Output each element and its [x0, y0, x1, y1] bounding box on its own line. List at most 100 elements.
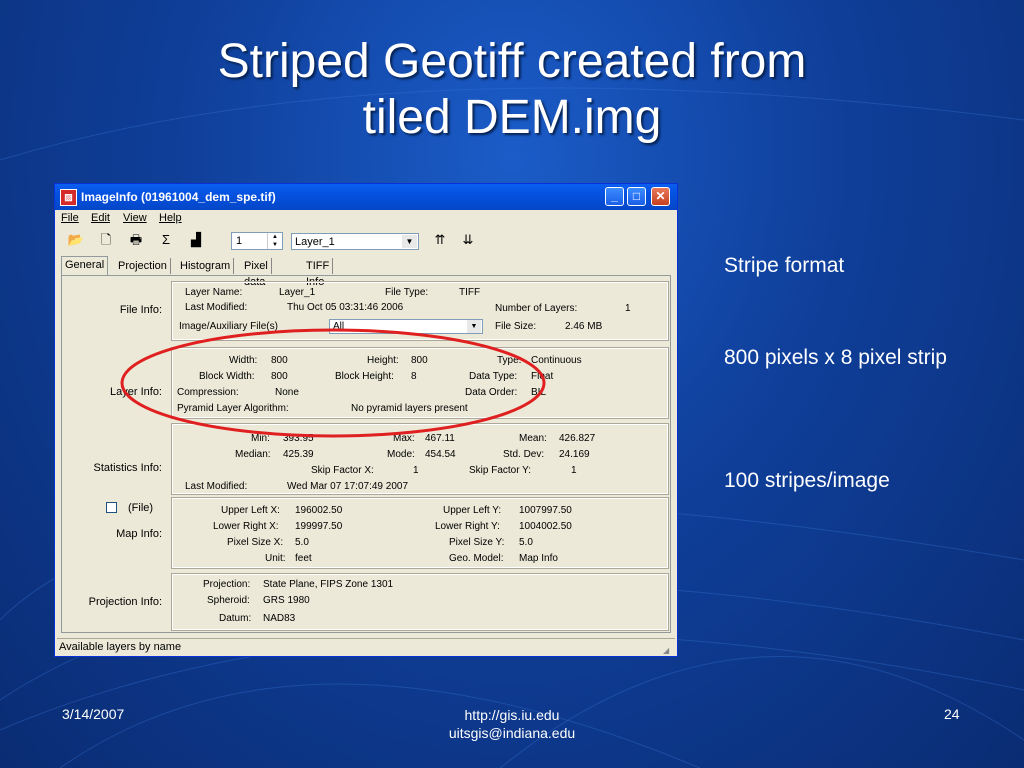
statistics-info-label: Statistics Info:: [93, 462, 162, 474]
field-label: Last Modified:: [185, 481, 248, 492]
app-icon: ▨: [60, 189, 77, 206]
last-layer-icon[interactable]: ⇊: [459, 232, 477, 248]
mode-value: 454.54: [425, 449, 456, 460]
field-label: Data Order:: [465, 387, 518, 398]
toolbar: 📂 🗋 🖶 Σ ▟ 1 ▲ ▼ Layer_1 ▼ ⇈ ⇊: [55, 228, 677, 254]
median-value: 425.39: [283, 449, 314, 460]
map-info-label: Map Info:: [116, 528, 162, 540]
status-text: Available layers by name: [59, 641, 182, 653]
resize-grip-icon[interactable]: ◢: [663, 643, 673, 655]
field-label: Median:: [235, 449, 271, 460]
menu-bar: File Edit View Help: [55, 210, 677, 228]
field-label: Compression:: [177, 387, 239, 398]
layer-number-value: 1: [236, 235, 243, 247]
file-checkbox[interactable]: [106, 502, 117, 513]
general-panel: File Info: Layer Name: Layer_1 File Type…: [61, 275, 671, 633]
bullet-item: Stripe format: [724, 254, 845, 277]
slide-title-line2: tiled DEM.img: [362, 91, 662, 144]
histogram-icon[interactable]: ▟: [187, 232, 205, 248]
menu-help[interactable]: Help: [159, 212, 182, 224]
close-button[interactable]: ✕: [651, 187, 670, 206]
skip-x-value: 1: [413, 465, 419, 476]
field-label: Mean:: [519, 433, 547, 444]
status-bar: Available layers by name ◢: [57, 638, 675, 655]
pixel-size-y-value: 5.0: [519, 537, 533, 548]
print-icon[interactable]: 🖶: [127, 232, 145, 248]
layer-info-label: Layer Info:: [110, 386, 162, 398]
footer-page-number: 24: [944, 706, 960, 722]
tab-histogram[interactable]: Histogram: [177, 258, 235, 274]
layer-select[interactable]: Layer_1 ▼: [291, 233, 419, 250]
layer-name-value: Layer_1: [279, 287, 316, 298]
field-label: Min:: [251, 433, 270, 444]
tab-general[interactable]: General: [61, 256, 109, 275]
maximize-button[interactable]: □: [627, 187, 646, 206]
field-label: Width:: [229, 355, 258, 366]
pyramid-value: No pyramid layers present: [351, 403, 468, 414]
field-label: Max:: [393, 433, 415, 444]
field-label: Number of Layers:: [495, 303, 578, 314]
field-label: Image/Auxiliary File(s): [179, 321, 278, 332]
field-label: Datum:: [219, 613, 252, 624]
width-value: 800: [271, 355, 288, 366]
open-folder-icon[interactable]: 📂: [67, 232, 85, 248]
field-label: Data Type:: [469, 371, 518, 382]
new-document-icon[interactable]: 🗋: [97, 232, 115, 248]
field-label: Spheroid:: [207, 595, 250, 606]
block-height-value: 8: [411, 371, 417, 382]
field-label: Std. Dev:: [503, 449, 545, 460]
field-label: Skip Factor Y:: [469, 465, 532, 476]
file-info-label: File Info:: [119, 304, 162, 316]
minimize-button[interactable]: _: [605, 187, 624, 206]
window-titlebar[interactable]: ▨ ImageInfo (01961004_dem_spe.tif) _ □ ✕: [55, 184, 677, 210]
lower-right-x-value: 199997.50: [295, 521, 343, 532]
projection-info-group: Projection: State Plane, FIPS Zone 1301 …: [171, 573, 669, 631]
data-type-value: Float: [531, 371, 554, 382]
skip-y-value: 1: [571, 465, 577, 476]
upper-left-x-value: 196002.50: [295, 505, 343, 516]
last-modified-value: Thu Oct 05 03:31:46 2006: [287, 302, 404, 313]
menu-view[interactable]: View: [123, 212, 147, 224]
field-label: Pyramid Layer Algorithm:: [177, 403, 289, 414]
statistics-sigma-icon[interactable]: Σ: [157, 232, 175, 248]
bullet-item: 800 pixels x 8 pixel strip: [724, 346, 947, 369]
unit-value: feet: [295, 553, 312, 564]
first-layer-icon[interactable]: ⇈: [431, 232, 449, 248]
footer-contact: http://gis.iu.edu uitsgis@indiana.edu: [400, 706, 624, 742]
field-label: Upper Left X:: [221, 505, 280, 516]
chevron-down-icon[interactable]: ▼: [467, 320, 481, 333]
tab-projection[interactable]: Projection: [115, 258, 171, 274]
geo-model-value: Map Info: [519, 553, 558, 564]
file-size-value: 2.46 MB: [565, 321, 603, 332]
chevron-down-icon[interactable]: ▼: [402, 235, 417, 248]
tab-pixel-data[interactable]: Pixel data: [241, 258, 272, 288]
aux-file-select[interactable]: All ▼: [329, 319, 483, 334]
lower-right-y-value: 1004002.50: [519, 521, 572, 532]
field-label: Pixel Size Y:: [449, 537, 505, 548]
stats-last-modified-value: Wed Mar 07 17:07:49 2007: [287, 481, 409, 492]
num-layers-value: 1: [625, 303, 631, 314]
footer-url: http://gis.iu.edu: [464, 707, 560, 723]
block-width-value: 800: [271, 371, 288, 382]
type-value: Continuous: [531, 355, 582, 366]
layer-select-value: Layer_1: [295, 236, 335, 248]
field-label: Mode:: [387, 449, 415, 460]
field-label: Block Width:: [199, 371, 255, 382]
std-dev-value: 24.169: [559, 449, 590, 460]
projection-info-label: Projection Info:: [88, 596, 162, 608]
menu-edit[interactable]: Edit: [91, 212, 110, 224]
field-label: Geo. Model:: [449, 553, 504, 564]
slide-title: Striped Geotiff created from tiled DEM.i…: [0, 34, 1024, 146]
layer-number-stepper[interactable]: 1 ▲ ▼: [231, 232, 283, 250]
mean-value: 426.827: [559, 433, 596, 444]
imageinfo-window: ▨ ImageInfo (01961004_dem_spe.tif) _ □ ✕…: [54, 183, 678, 657]
aux-file-select-value: All: [333, 321, 345, 332]
menu-file[interactable]: File: [61, 212, 79, 224]
field-label: Lower Right X:: [213, 521, 279, 532]
file-checkbox-label: (File): [128, 502, 154, 514]
field-label: Projection:: [203, 579, 251, 590]
tab-tiff-info[interactable]: TIFF Info: [303, 258, 334, 288]
stepper-arrows-icon[interactable]: ▲ ▼: [267, 233, 282, 249]
datum-value: NAD83: [263, 613, 296, 624]
field-label: Height:: [367, 355, 399, 366]
